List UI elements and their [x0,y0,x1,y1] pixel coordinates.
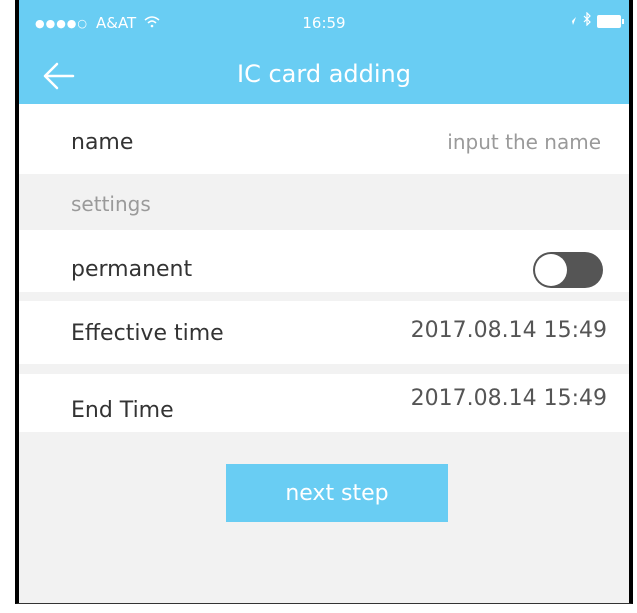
permanent-label: permanent [71,257,193,282]
status-time: 16:59 [302,14,346,32]
next-step-button[interactable]: next step [226,464,448,522]
settings-section-header: settings [19,174,629,230]
permanent-toggle[interactable] [533,252,603,288]
end-time-label: End Time [71,398,174,423]
name-row[interactable]: name input the name [19,104,629,174]
row-divider [19,364,629,374]
bluetooth-icon [583,11,591,30]
toggle-knob [535,254,567,286]
status-bar: ●●●●○ A&AT 16:59 [19,0,629,48]
battery-icon [597,14,624,28]
settings-header-label: settings [71,192,151,216]
page-title: IC card adding [237,60,411,88]
name-input[interactable]: input the name [447,130,601,154]
effective-time-row[interactable]: Effective time 2017.08.14 15:49 [19,301,629,364]
phone-frame: ●●●●○ A&AT 16:59 IC card adding name inp… [15,0,633,604]
end-time-row[interactable]: End Time 2017.08.14 15:49 [19,374,629,432]
location-arrow-icon [567,12,577,30]
permanent-row: permanent [19,230,629,292]
nav-bar: IC card adding [19,48,629,104]
end-time-value[interactable]: 2017.08.14 15:49 [411,386,607,411]
row-divider [19,292,629,301]
effective-time-value[interactable]: 2017.08.14 15:49 [411,318,607,343]
name-label: name [71,130,134,155]
bottom-area: next step [19,432,629,603]
effective-time-label: Effective time [71,321,224,346]
status-right [567,11,624,30]
